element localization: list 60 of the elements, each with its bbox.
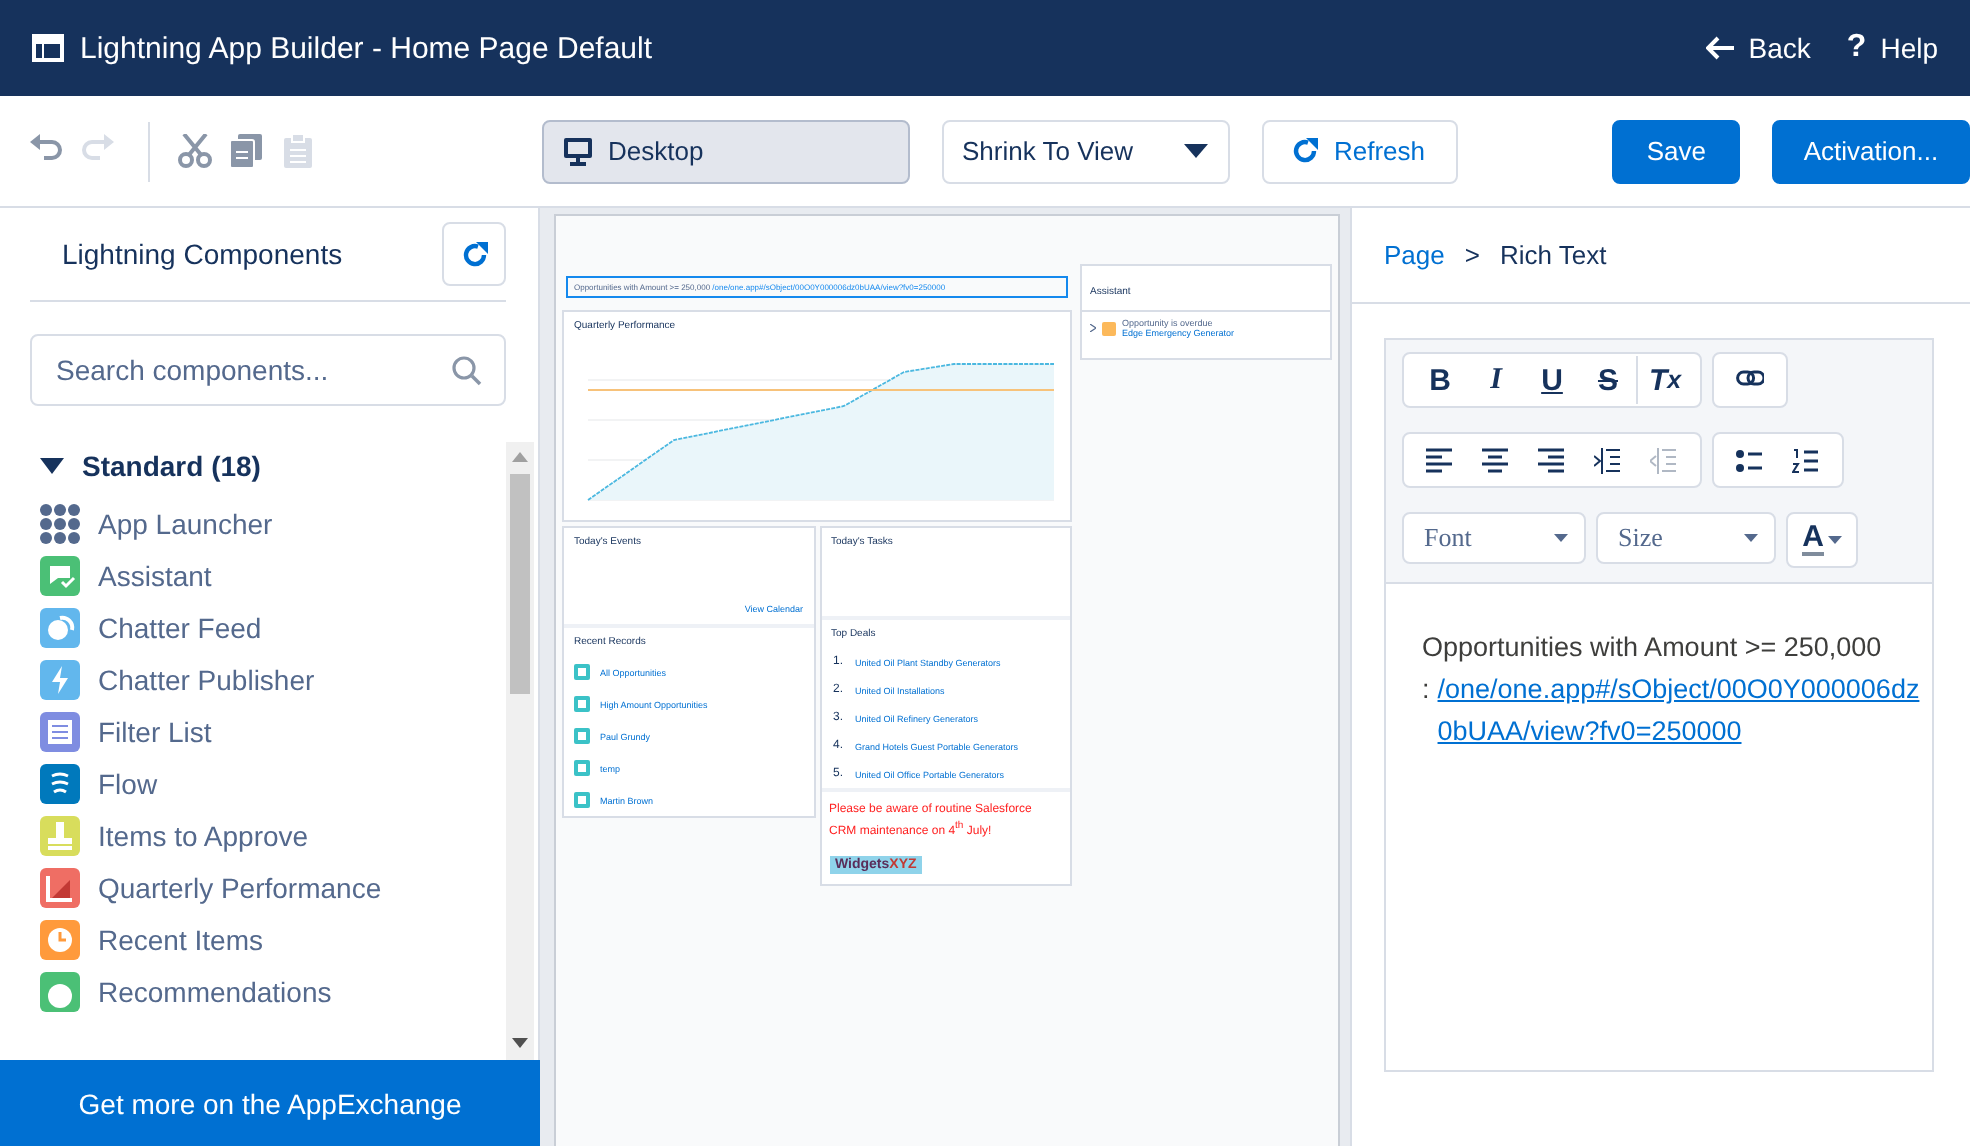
font-dropdown[interactable]: Font — [1402, 512, 1586, 564]
dropdown-arrow-icon — [1827, 536, 1842, 544]
scroll-down-icon — [512, 1038, 528, 1048]
monitor-icon — [564, 137, 592, 165]
window-title: Lightning App Builder - Home Page Default — [80, 31, 653, 65]
layout-icon — [32, 32, 64, 64]
scrollbar[interactable] — [506, 442, 534, 1060]
zoom-dropdown[interactable]: Shrink To View — [942, 119, 1230, 183]
size-dropdown[interactable]: Size — [1596, 512, 1776, 564]
bold-button[interactable]: B — [1412, 356, 1468, 404]
refresh-button[interactable]: Refresh — [1262, 119, 1458, 183]
component-item[interactable]: Chatter Feed — [98, 612, 262, 644]
scroll-up-icon — [512, 452, 528, 462]
back-button[interactable]: Back — [1706, 32, 1811, 64]
opportunity-icon — [1102, 321, 1116, 335]
component-item[interactable]: Filter List — [98, 716, 212, 748]
component-item[interactable]: Items to Approve — [98, 820, 309, 852]
align-right-icon[interactable] — [1538, 447, 1566, 473]
cut-icon[interactable] — [178, 133, 214, 169]
breadcrumb-link[interactable]: Page — [1384, 240, 1445, 270]
dropdown-arrow-icon — [1554, 534, 1568, 542]
help-button[interactable]: ? Help — [1846, 30, 1938, 66]
component-item[interactable]: Recommendations — [98, 976, 332, 1008]
activation-button[interactable]: Activation... — [1772, 119, 1970, 183]
strikethrough-button[interactable]: S — [1580, 356, 1636, 404]
refresh-icon — [1292, 138, 1318, 164]
colon-text: : — [1422, 672, 1430, 708]
refresh-icon — [461, 241, 487, 267]
component-item[interactable]: Recent Items — [98, 924, 263, 956]
search-field[interactable]: Search components... — [30, 334, 506, 406]
copy-icon[interactable] — [230, 133, 266, 169]
dropdown-arrow-icon — [1184, 144, 1208, 158]
device-selector[interactable]: Desktop — [542, 119, 910, 183]
editor-text: Opportunities with Amount >= 250,000 — [1422, 630, 1884, 666]
chevron-icon[interactable] — [1090, 324, 1096, 332]
report-link[interactable]: /one/one.app#/sObject/00O0Y000006dz0bUAA/view?fv0=250000 — [1437, 668, 1920, 752]
underline-button[interactable]: U — [1524, 356, 1580, 404]
appexchange-button[interactable]: Get more on the AppExchange — [0, 1060, 540, 1146]
component-item[interactable]: App Launcher — [98, 508, 273, 540]
refresh-button[interactable] — [442, 222, 506, 286]
panel-title: Lightning Components — [62, 238, 343, 270]
breadcrumb-separator: > — [1464, 240, 1480, 270]
collapse-arrow-icon[interactable] — [40, 458, 64, 474]
component-item[interactable]: Flow — [98, 768, 158, 800]
italic-button[interactable]: I — [1468, 356, 1524, 404]
align-center-icon[interactable] — [1482, 447, 1510, 473]
dropdown-arrow-icon — [1744, 534, 1758, 542]
text-color-button[interactable]: A — [1786, 512, 1858, 568]
component-item[interactable]: Chatter Publisher — [98, 664, 315, 696]
search-icon — [452, 356, 482, 386]
align-left-icon[interactable] — [1426, 447, 1454, 473]
section-header[interactable]: Standard (18) — [82, 450, 261, 482]
breadcrumb-current: Rich Text — [1499, 240, 1607, 270]
save-button[interactable]: Save — [1612, 119, 1740, 183]
component-item[interactable]: Quarterly Performance — [98, 872, 382, 904]
back-arrow-icon — [1706, 36, 1735, 60]
component-item[interactable]: Assistant — [98, 560, 212, 592]
bulleted-list-icon[interactable] — [1736, 447, 1764, 473]
indent-icon[interactable] — [1594, 447, 1622, 473]
numbered-list-icon[interactable] — [1792, 447, 1820, 473]
